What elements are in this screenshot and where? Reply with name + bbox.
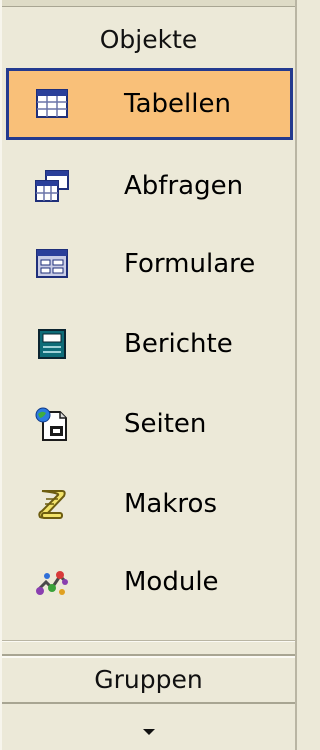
object-item-label: Abfragen	[124, 171, 244, 201]
scroll-down-button[interactable]	[2, 706, 295, 750]
groups-group-header[interactable]: Gruppen	[2, 654, 295, 704]
table-icon	[34, 86, 70, 122]
macro-icon	[34, 486, 70, 522]
object-item-label: Module	[124, 567, 219, 597]
object-item-berichte[interactable]: Berichte	[6, 308, 293, 380]
chevron-down-icon	[142, 729, 155, 735]
object-item-label: Berichte	[124, 329, 233, 359]
module-icon	[34, 564, 70, 600]
object-item-label: Tabellen	[124, 89, 231, 119]
object-item-label: Seiten	[124, 409, 207, 439]
objects-group-title: Objekte	[99, 24, 198, 54]
top-edge	[2, 0, 295, 7]
query-icon	[34, 168, 70, 204]
object-item-tabellen[interactable]: Tabellen	[6, 68, 293, 140]
object-item-abfragen[interactable]: Abfragen	[6, 150, 293, 222]
report-icon	[34, 326, 70, 362]
object-item-makros[interactable]: Makros	[6, 468, 293, 540]
object-item-label: Formulare	[124, 249, 256, 279]
groups-group-title: Gruppen	[94, 664, 203, 694]
object-item-seiten[interactable]: Seiten	[6, 388, 293, 460]
object-item-label: Makros	[124, 489, 217, 519]
page-icon	[34, 406, 70, 442]
separator	[2, 640, 295, 642]
object-item-module[interactable]: Module	[6, 546, 293, 618]
form-icon	[34, 246, 70, 282]
objects-group-header[interactable]: Objekte	[2, 14, 295, 64]
object-item-formulare[interactable]: Formulare	[6, 228, 293, 300]
objects-bar: Objekte Tabellen Abfragen Formulare Beri…	[0, 0, 297, 750]
